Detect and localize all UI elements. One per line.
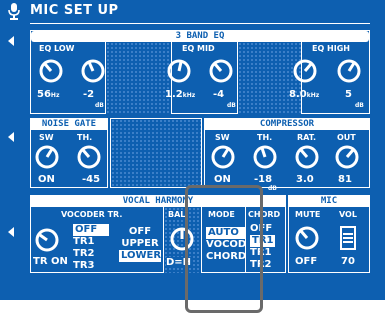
title-bar: MIC SET UP: [0, 0, 385, 22]
eq-mid-gain-value: -4: [213, 89, 225, 100]
vocoder-value: TR ON: [33, 256, 68, 267]
mute-knob[interactable]: [295, 226, 319, 250]
tr-option-tr2[interactable]: TR2: [73, 248, 109, 260]
noise-gate-th-knob[interactable]: [77, 145, 101, 169]
eq-low-gain-value: -2: [83, 89, 95, 100]
compressor-rat-value: 3.0: [296, 174, 314, 185]
eq-mid-freq-knob[interactable]: [167, 59, 191, 83]
eq-high-freq-value: 8.0kHz: [289, 89, 320, 100]
harm-option-lower[interactable]: LOWER: [119, 250, 161, 262]
tr-option-off[interactable]: OFF: [73, 224, 109, 236]
compressor-sw-value: ON: [214, 174, 231, 185]
dynamics-pad: [110, 118, 202, 188]
compressor-header: COMPRESSOR: [205, 119, 369, 130]
microphone-icon: [8, 3, 20, 20]
eq-low-gain-unit: dB: [95, 102, 104, 109]
noise-gate-th-label: TH.: [77, 133, 93, 142]
eq-high-gain-knob[interactable]: [337, 59, 361, 83]
compressor-out-knob[interactable]: [335, 145, 359, 169]
eq-pad-1: [105, 42, 171, 114]
eq-high-freq-knob[interactable]: [293, 59, 317, 83]
noise-gate-sw-label: SW: [39, 133, 54, 142]
noise-gate-sw-value: ON: [38, 174, 55, 185]
harm-option-off[interactable]: OFF: [119, 226, 161, 238]
dynamics-row: NOISE GATE SW TH. ON -45 COMPRESSOR SW T…: [30, 118, 370, 192]
compressor-th-unit: dB: [268, 185, 277, 192]
eq-low-gain-knob[interactable]: [81, 59, 105, 83]
vocoder-knob[interactable]: [35, 228, 59, 252]
harm-option-list[interactable]: OFF UPPER LOWER: [119, 226, 161, 262]
eq-high-gain-value: 5: [345, 89, 352, 100]
row3-select-arrow[interactable]: [8, 227, 14, 237]
volume-fader-icon[interactable]: [339, 226, 357, 250]
eq-mid-gain-unit: dB: [227, 102, 236, 109]
row1-select-arrow[interactable]: [8, 36, 14, 46]
row2-select-arrow[interactable]: [8, 132, 14, 142]
eq-low-label: EQ LOW: [39, 44, 75, 53]
compressor-th-label: TH.: [257, 133, 273, 142]
noise-gate-sw-knob[interactable]: [35, 145, 59, 169]
compressor-rat-knob[interactable]: [295, 145, 319, 169]
eq-pad-2: [237, 42, 301, 114]
eq-section: 3 BAND EQ EQ LOW EQ MID EQ HIGH 56Hz -2 …: [30, 30, 370, 114]
compressor-out-label: OUT: [337, 133, 356, 142]
compressor-out-value: 81: [338, 174, 352, 185]
vocoder-label: VOCODER TR.: [61, 210, 123, 219]
eq-high-label: EQ HIGH: [312, 44, 350, 53]
eq-low-freq-knob[interactable]: [39, 59, 63, 83]
eq-mid-label: EQ MID: [182, 44, 215, 53]
tr-option-tr1[interactable]: TR1: [73, 236, 109, 248]
divider: [30, 23, 370, 24]
mic-section: MIC MUTE VOL OFF 70: [288, 195, 370, 273]
harm-option-upper[interactable]: UPPER: [119, 238, 161, 250]
compressor-rat-label: RAT.: [297, 133, 317, 142]
eq-high-gain-unit: dB: [355, 102, 364, 109]
mic-header: MIC: [289, 196, 369, 207]
window-title: MIC SET UP: [30, 3, 119, 18]
eq-mid-freq-value: 1.2kHz: [165, 89, 196, 100]
noise-gate-header: NOISE GATE: [31, 119, 107, 130]
tr-option-tr3[interactable]: TR3: [73, 260, 109, 272]
mute-label: MUTE: [295, 210, 321, 219]
vol-label: VOL: [339, 210, 357, 219]
eq-mid-gain-knob[interactable]: [209, 59, 233, 83]
compressor-sw-knob[interactable]: [211, 145, 235, 169]
noise-gate-th-value: -45: [82, 174, 101, 185]
compressor-sw-label: SW: [215, 133, 230, 142]
tr-option-list[interactable]: OFF TR1 TR2 TR3: [73, 224, 109, 272]
highlight-box: [185, 185, 263, 313]
compressor-th-value: -18: [254, 174, 273, 185]
mute-value: OFF: [295, 256, 318, 267]
vol-value: 70: [341, 256, 355, 267]
eq-header: 3 BAND EQ: [31, 31, 369, 42]
compressor-th-knob[interactable]: [253, 145, 277, 169]
eq-low-freq-value: 56Hz: [37, 89, 60, 100]
